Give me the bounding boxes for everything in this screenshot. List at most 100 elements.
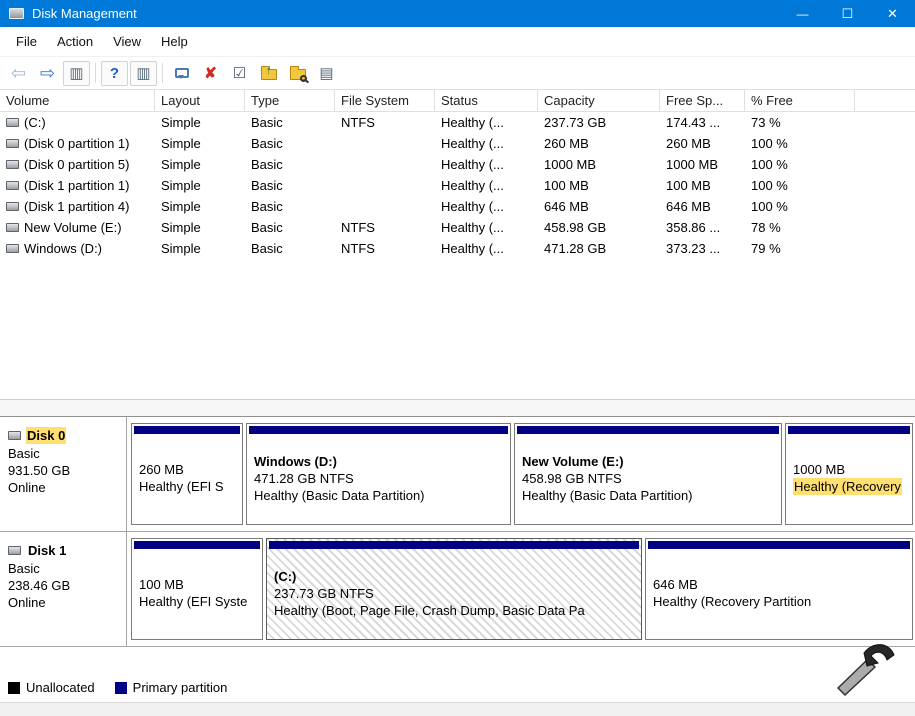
toolbar-separator [162, 63, 163, 83]
cell-type: Basic [245, 175, 335, 196]
disk-0-type: Basic [8, 445, 122, 462]
menu-view[interactable]: View [103, 29, 151, 54]
list-view-icon[interactable]: ▤ [313, 61, 340, 86]
partition-status: Healthy (Recovery Partition [653, 593, 905, 610]
disk-1-size: 238.46 GB [8, 577, 122, 594]
table-row[interactable]: (Disk 0 partition 1) Simple Basic Health… [0, 133, 915, 154]
disk-1-name: Disk 1 [26, 542, 68, 559]
folder-up-icon[interactable]: ↑ [255, 61, 282, 86]
partition-disk1-c[interactable]: (C:) 237.73 GB NTFS Healthy (Boot, Page … [266, 538, 642, 640]
partition-disk1-recovery[interactable]: 646 MB Healthy (Recovery Partition [645, 538, 913, 640]
folder-search-icon[interactable] [284, 61, 311, 86]
volume-icon [6, 202, 19, 211]
volume-icon [6, 223, 19, 232]
pane-splitter[interactable] [0, 400, 915, 416]
cell-capacity: 237.73 GB [538, 112, 660, 133]
cell-layout: Simple [155, 238, 245, 259]
legend: Unallocated Primary partition [8, 680, 227, 695]
volume-name: (Disk 1 partition 1) [24, 178, 129, 193]
disk-0-info[interactable]: Disk 0 Basic 931.50 GB Online [0, 417, 127, 531]
column-header-pct-free[interactable]: % Free [745, 90, 855, 111]
action-pane-icon[interactable] [168, 61, 195, 86]
partition-disk0-windows-d[interactable]: Windows (D:) 471.28 GB NTFS Healthy (Bas… [246, 423, 511, 525]
partition-title: (C:) [274, 568, 634, 585]
table-row[interactable]: (Disk 0 partition 5) Simple Basic Health… [0, 154, 915, 175]
cell-pct-free: 73 % [745, 112, 855, 133]
column-header-type[interactable]: Type [245, 90, 335, 111]
partition-size: 646 MB [653, 576, 905, 593]
cell-filesystem [335, 175, 435, 196]
delete-volume-icon[interactable]: ✘ [197, 61, 224, 86]
volume-icon [6, 181, 19, 190]
toolbar: ⇦ ⇨ ▥ ? ▥ ✘ ☑ ↑ ▤ [0, 57, 915, 90]
partition-disk0-new-volume-e[interactable]: New Volume (E:) 458.98 GB NTFS Healthy (… [514, 423, 782, 525]
forward-icon[interactable]: ⇨ [34, 61, 61, 86]
table-header: Volume Layout Type File System Status Ca… [0, 90, 915, 112]
cell-volume: (Disk 1 partition 1) [0, 175, 155, 196]
disk-0-size: 931.50 GB [8, 462, 122, 479]
maximize-button[interactable]: ☐ [825, 0, 870, 27]
column-header-volume[interactable]: Volume [0, 90, 155, 111]
partition-status: Healthy (EFI S [139, 478, 235, 495]
table-row[interactable]: (Disk 1 partition 4) Simple Basic Health… [0, 196, 915, 217]
cell-filesystem [335, 154, 435, 175]
table-row[interactable]: (C:) Simple Basic NTFS Healthy (... 237.… [0, 112, 915, 133]
cell-free-space: 646 MB [660, 196, 745, 217]
close-button[interactable]: ✕ [870, 0, 915, 27]
column-header-filesystem[interactable]: File System [335, 90, 435, 111]
menu-help[interactable]: Help [151, 29, 198, 54]
cell-filesystem: NTFS [335, 217, 435, 238]
graphical-view-pane: Disk 0 Basic 931.50 GB Online 260 MB Hea… [0, 416, 915, 647]
cell-free-space: 100 MB [660, 175, 745, 196]
volume-name: Windows (D:) [24, 241, 102, 256]
table-row[interactable]: New Volume (E:) Simple Basic NTFS Health… [0, 217, 915, 238]
partition-disk0-recovery[interactable]: 1000 MB Healthy (Recovery [785, 423, 913, 525]
cell-type: Basic [245, 196, 335, 217]
cell-capacity: 646 MB [538, 196, 660, 217]
cell-pct-free: 100 % [745, 154, 855, 175]
disk-icon [8, 546, 21, 555]
console-tree-icon[interactable]: ▥ [63, 61, 90, 86]
cell-status: Healthy (... [435, 154, 538, 175]
cell-volume: (Disk 0 partition 1) [0, 133, 155, 154]
partition-disk0-efi[interactable]: 260 MB Healthy (EFI S [131, 423, 243, 525]
disk-1-type: Basic [8, 560, 122, 577]
partition-size: 1000 MB [793, 461, 905, 478]
cell-capacity: 260 MB [538, 133, 660, 154]
volume-icon [6, 244, 19, 253]
partition-size: 100 MB [139, 576, 255, 593]
cell-layout: Simple [155, 133, 245, 154]
menu-file[interactable]: File [6, 29, 47, 54]
table-row[interactable]: (Disk 1 partition 1) Simple Basic Health… [0, 175, 915, 196]
menu-bar: File Action View Help [0, 27, 915, 57]
speech-bubble-icon [175, 68, 189, 78]
details-pane-icon[interactable]: ▥ [130, 61, 157, 86]
cell-layout: Simple [155, 196, 245, 217]
help-icon[interactable]: ? [101, 61, 128, 86]
menu-action[interactable]: Action [47, 29, 103, 54]
primary-partition-strip [134, 426, 240, 434]
disk-1-info[interactable]: Disk 1 Basic 238.46 GB Online [0, 532, 127, 646]
volume-icon [6, 160, 19, 169]
column-header-status[interactable]: Status [435, 90, 538, 111]
back-icon[interactable]: ⇦ [5, 61, 32, 86]
cell-filesystem: NTFS [335, 238, 435, 259]
partition-disk1-efi[interactable]: 100 MB Healthy (EFI Syste [131, 538, 263, 640]
cell-capacity: 100 MB [538, 175, 660, 196]
cell-pct-free: 79 % [745, 238, 855, 259]
column-header-layout[interactable]: Layout [155, 90, 245, 111]
properties-check-icon[interactable]: ☑ [226, 61, 253, 86]
cell-volume: (Disk 1 partition 4) [0, 196, 155, 217]
table-row[interactable]: Windows (D:) Simple Basic NTFS Healthy (… [0, 238, 915, 259]
cell-type: Basic [245, 238, 335, 259]
column-header-capacity[interactable]: Capacity [538, 90, 660, 111]
cell-type: Basic [245, 112, 335, 133]
column-header-free-space[interactable]: Free Sp... [660, 90, 745, 111]
primary-partition-strip [269, 541, 639, 549]
cell-type: Basic [245, 217, 335, 238]
legend-label: Primary partition [133, 680, 228, 695]
minimize-button[interactable]: — [780, 0, 825, 27]
cell-free-space: 260 MB [660, 133, 745, 154]
disk-management-window: Disk Management — ☐ ✕ File Action View H… [0, 0, 915, 647]
cell-pct-free: 100 % [745, 133, 855, 154]
